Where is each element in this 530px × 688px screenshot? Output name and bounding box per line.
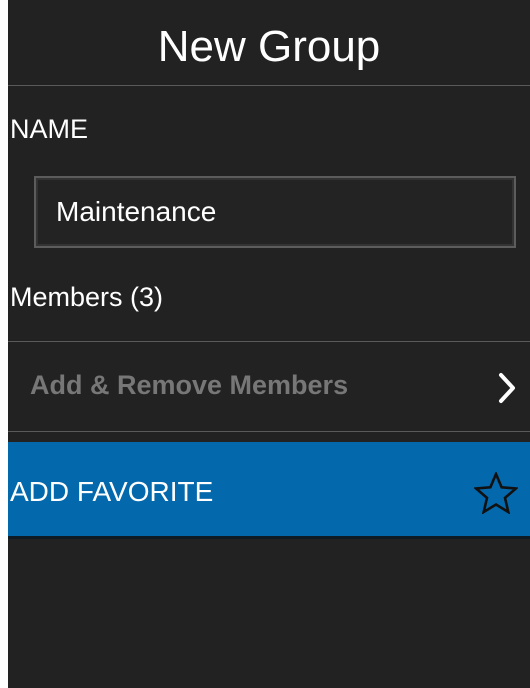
add-favorite-label: ADD FAVORITE <box>10 476 214 507</box>
members-count-label: Members (3) <box>10 282 164 312</box>
chevron-right-icon <box>498 372 516 409</box>
add-remove-members-button[interactable]: Add & Remove Members <box>8 341 530 432</box>
group-name-field[interactable]: Maintenance <box>34 176 516 248</box>
star-outline-icon <box>472 470 520 519</box>
name-label: NAME <box>10 114 89 144</box>
page-title: New Group <box>8 0 530 86</box>
add-favorite-button[interactable]: ADD FAVORITE <box>8 442 530 539</box>
group-name-value: Maintenance <box>56 196 217 227</box>
device-screen: New Group NAME Maintenance Members (3) A… <box>8 0 530 688</box>
add-remove-members-label: Add & Remove Members <box>30 370 349 400</box>
